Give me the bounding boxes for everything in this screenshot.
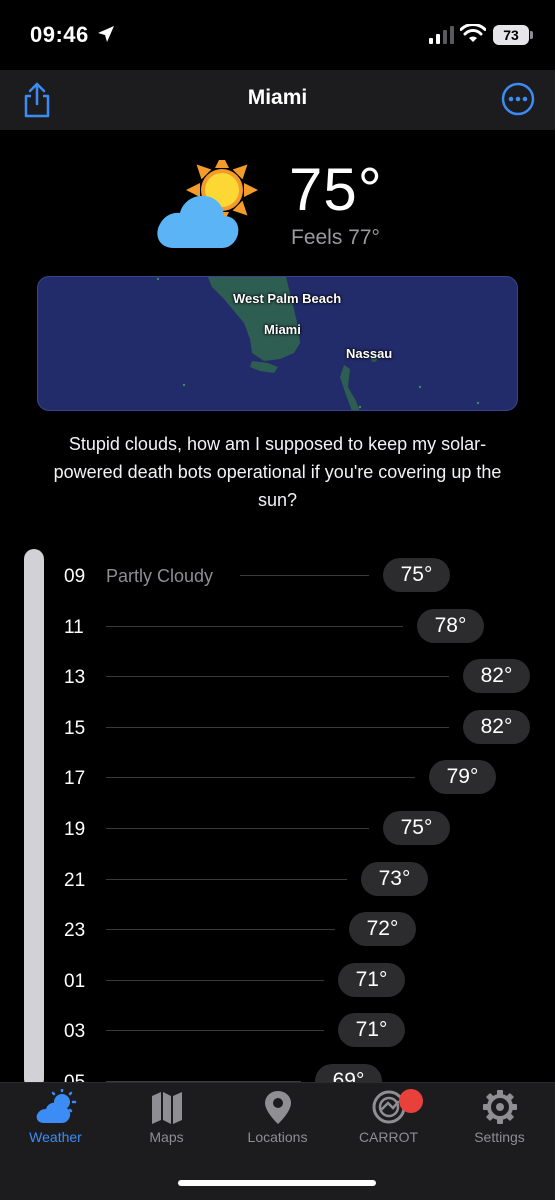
wifi-icon (460, 24, 486, 42)
hour-temperature-pill: 71° (338, 1013, 405, 1047)
notification-badge (399, 1089, 423, 1113)
hour-divider-line (106, 626, 403, 627)
battery-level: 73 (503, 27, 519, 43)
more-options-icon[interactable] (501, 82, 535, 116)
tab-label-weather: Weather (29, 1129, 82, 1145)
hour-label: 03 (64, 1021, 86, 1042)
hour-divider-line (106, 828, 369, 829)
hour-label: 21 (64, 870, 86, 891)
status-time: 09:46 (30, 22, 89, 47)
hour-divider-line (106, 879, 347, 880)
tab-label-settings: Settings (474, 1129, 525, 1145)
hour-temperature-pill: 78° (417, 609, 484, 643)
hour-divider-line (106, 777, 415, 778)
gear-icon (482, 1090, 517, 1124)
hour-label: 15 (64, 718, 86, 739)
hour-divider-line (106, 929, 335, 930)
hour-divider-line (106, 1030, 324, 1031)
hour-row[interactable]: 01 71° (0, 961, 555, 1001)
snarky-forecast-text: Stupid clouds, how am I supposed to keep… (53, 434, 502, 510)
radar-map[interactable]: West Palm Beach Miami Nassau (37, 276, 518, 411)
tab-label-locations: Locations (247, 1129, 308, 1145)
tab-maps[interactable]: Maps (111, 1089, 222, 1159)
hour-temperature-pill: 71° (338, 963, 405, 997)
map-label-miami: Miami (264, 322, 301, 337)
hour-temperature-pill: 75° (383, 558, 450, 592)
hour-label: 13 (64, 667, 86, 688)
tab-locations[interactable]: Locations (222, 1089, 333, 1159)
hour-divider-line (240, 575, 369, 576)
partly-cloudy-icon (157, 160, 258, 248)
hour-row[interactable]: 17 79° (0, 758, 555, 798)
tab-label-carrot: CARROT (358, 1129, 419, 1145)
tab-label-maps: Maps (149, 1129, 184, 1145)
page-title: Miami (247, 86, 308, 109)
hour-label: 17 (64, 768, 86, 789)
hour-label: 01 (64, 971, 86, 992)
location-arrow-icon (98, 26, 114, 42)
map-icon (151, 1092, 182, 1124)
hour-divider-line (106, 980, 324, 981)
nav-bar: Miami (0, 70, 555, 130)
current-temperature: 75° (289, 156, 383, 223)
hour-row[interactable]: 21 73° (0, 860, 555, 900)
hour-temperature-pill: 75° (383, 811, 450, 845)
tab-carrot[interactable]: CARROT (333, 1089, 444, 1159)
map-label-west-palm-beach: West Palm Beach (233, 291, 342, 306)
hour-temperature-pill: 79° (429, 760, 496, 794)
location-pin-icon (264, 1091, 291, 1124)
hour-label: 11 (64, 617, 84, 638)
tab-settings[interactable]: Settings (444, 1089, 555, 1159)
hour-condition: Partly Cloudy (106, 566, 214, 586)
hour-row[interactable]: 03 71° (0, 1011, 555, 1051)
hour-divider-line (106, 727, 449, 728)
hour-label: 19 (64, 819, 86, 840)
hour-label: 09 (64, 566, 86, 587)
battery-nub (530, 31, 533, 39)
hour-row[interactable]: 15 82° (0, 708, 555, 748)
hour-label: 23 (64, 920, 86, 941)
hour-row[interactable]: 19 75° (0, 809, 555, 849)
hour-row[interactable]: 13 82° (0, 657, 555, 697)
map-label-nassau: Nassau (346, 346, 393, 361)
hour-row[interactable]: 11 78° (0, 607, 555, 647)
feels-like: Feels 77° (291, 226, 380, 249)
home-indicator (178, 1180, 376, 1186)
cellular-signal-icon (429, 26, 454, 44)
hour-temperature-pill: 82° (463, 710, 530, 744)
status-bar: 09:46 73 (0, 0, 555, 70)
tab-weather[interactable]: Weather (0, 1089, 111, 1159)
weather-icon (36, 1089, 76, 1123)
hour-temperature-pill: 72° (349, 912, 416, 946)
hour-temperature-pill: 73° (361, 862, 428, 896)
hour-row[interactable]: 09 Partly Cloudy 75° (0, 556, 555, 596)
hour-temperature-pill: 82° (463, 659, 530, 693)
hour-divider-line (106, 676, 449, 677)
battery-indicator: 73 (493, 25, 529, 45)
hour-row[interactable]: 23 72° (0, 910, 555, 950)
